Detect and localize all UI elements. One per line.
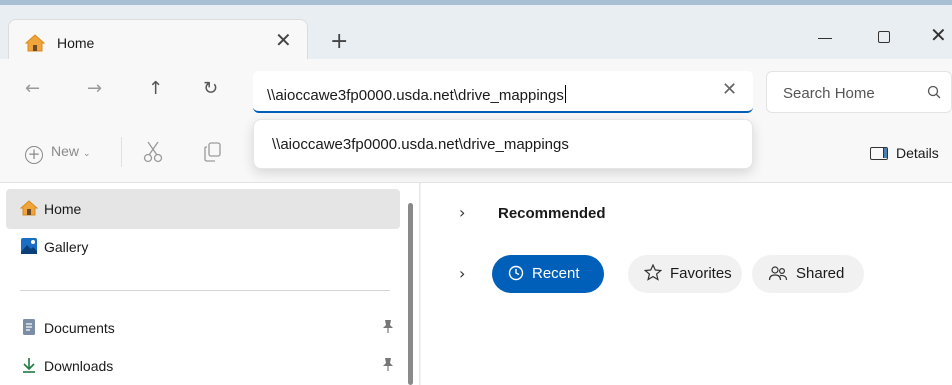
address-suggestions: \\aioccawe3fp0000.usda.net\drive_mapping… bbox=[253, 119, 753, 169]
address-value: \\aioccawe3fp0000.usda.net\drive_mapping… bbox=[267, 87, 564, 104]
sidebar-divider bbox=[20, 290, 390, 291]
tab-title: Home bbox=[57, 35, 95, 51]
title-bar: Home ✕ + ✕ bbox=[0, 5, 952, 65]
address-bar[interactable]: \\aioccawe3fp0000.usda.net\drive_mapping… bbox=[253, 71, 753, 113]
filter-recent-button[interactable]: Recent bbox=[492, 255, 604, 293]
filter-favorites-button[interactable]: Favorites bbox=[628, 255, 742, 293]
home-icon bbox=[24, 34, 46, 52]
sidebar-item-label: Home bbox=[44, 201, 82, 217]
filter-shared-label: Shared bbox=[796, 265, 845, 282]
close-window-button[interactable]: ✕ bbox=[930, 25, 947, 45]
search-icon bbox=[927, 85, 941, 99]
gallery-icon bbox=[20, 237, 38, 255]
search-box[interactable]: Search Home bbox=[766, 71, 952, 113]
clear-address-button[interactable]: ✕ bbox=[722, 81, 737, 99]
star-icon bbox=[643, 258, 663, 296]
filter-favorites-label: Favorites bbox=[670, 265, 732, 282]
suggestion-item[interactable]: \\aioccawe3fp0000.usda.net\drive_mapping… bbox=[272, 136, 569, 153]
details-button[interactable]: Details bbox=[870, 145, 939, 161]
pin-icon[interactable] bbox=[382, 357, 394, 371]
copy-icon[interactable] bbox=[204, 142, 222, 162]
navigation-pane: Home Gallery Documents Downloads bbox=[0, 183, 420, 385]
tab-close-button[interactable]: ✕ bbox=[275, 30, 292, 50]
toolbar-divider bbox=[121, 137, 122, 167]
navigation-bar: ← → ↑ ↻ \\aioccawe3fp0000.usda.net\drive… bbox=[0, 59, 952, 121]
search-input[interactable]: Search Home bbox=[783, 85, 875, 102]
download-icon bbox=[20, 356, 38, 374]
plus-icon: + bbox=[25, 146, 43, 164]
clock-icon bbox=[508, 258, 524, 296]
filter-recent-label: Recent bbox=[532, 265, 580, 282]
sidebar-item-downloads[interactable]: Downloads bbox=[6, 346, 400, 385]
chevron-down-icon: ⌄ bbox=[83, 149, 91, 159]
sidebar-item-label: Gallery bbox=[44, 239, 89, 255]
refresh-button[interactable]: ↻ bbox=[203, 80, 218, 98]
sidebar-item-documents[interactable]: Documents bbox=[6, 308, 400, 348]
details-label: Details bbox=[896, 145, 939, 161]
filter-shared-button[interactable]: Shared bbox=[752, 255, 864, 293]
address-input[interactable]: \\aioccawe3fp0000.usda.net\drive_mapping… bbox=[267, 85, 566, 104]
minimize-button[interactable] bbox=[818, 38, 832, 39]
documents-icon bbox=[20, 318, 38, 336]
sidebar-item-home[interactable]: Home bbox=[6, 189, 400, 229]
expand-filters-chevron[interactable]: › bbox=[459, 266, 465, 282]
maximize-button[interactable] bbox=[878, 31, 890, 43]
home-icon bbox=[19, 199, 39, 217]
text-caret bbox=[564, 85, 566, 103]
details-pane-icon bbox=[870, 147, 888, 160]
sidebar-item-label: Documents bbox=[44, 320, 115, 336]
new-button-label: New bbox=[51, 143, 80, 159]
new-button[interactable]: + New ⌄ bbox=[25, 143, 91, 164]
main-content: › Recommended › Recent Favorites Shared bbox=[421, 183, 952, 385]
new-tab-button[interactable]: + bbox=[330, 31, 348, 53]
cut-icon[interactable] bbox=[143, 141, 163, 163]
expand-recommended-chevron[interactable]: › bbox=[459, 205, 465, 221]
pin-icon[interactable] bbox=[382, 319, 394, 333]
back-button[interactable]: ← bbox=[25, 80, 40, 98]
forward-button[interactable]: → bbox=[87, 80, 102, 98]
section-title-recommended: Recommended bbox=[498, 205, 606, 222]
sidebar-scrollbar[interactable] bbox=[408, 203, 413, 385]
sidebar-item-label: Downloads bbox=[44, 358, 114, 374]
people-icon bbox=[768, 258, 788, 296]
sidebar-item-gallery[interactable]: Gallery bbox=[6, 227, 400, 267]
up-button[interactable]: ↑ bbox=[148, 80, 163, 98]
